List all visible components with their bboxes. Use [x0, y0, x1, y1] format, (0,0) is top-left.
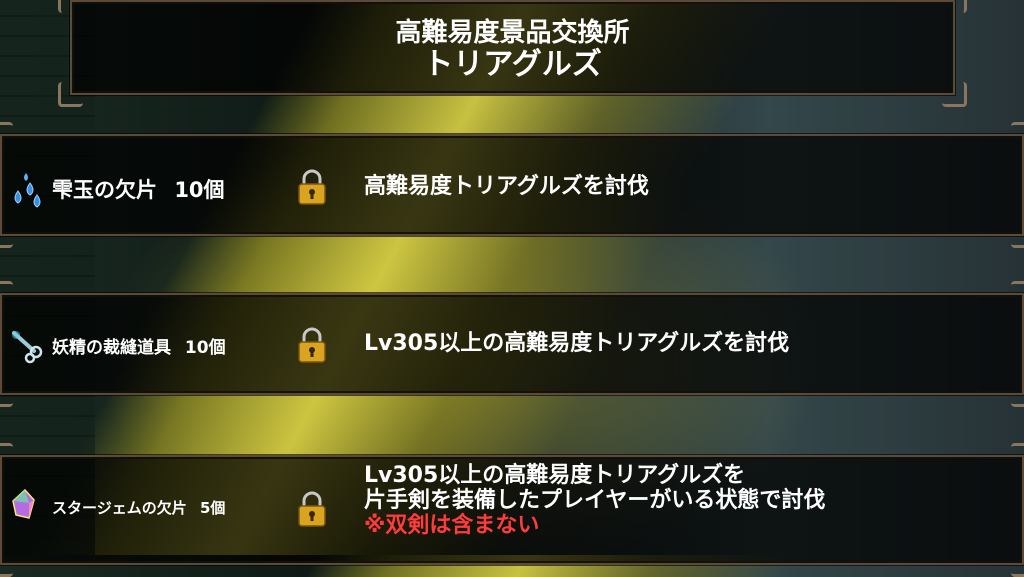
reward-row[interactable]: 妖精の裁縫道具 10個 Lv305以上の高難易度トリアグルズを討伐: [0, 281, 1024, 407]
frame-corner: [0, 382, 13, 407]
water-drops-icon: [14, 173, 41, 208]
reward-item-name: 雫玉の欠片 10個: [52, 174, 225, 204]
reward-row[interactable]: 雫玉の欠片 10個 高難易度トリアグルズを討伐: [0, 122, 1024, 248]
title-panel: 高難易度景品交換所 トリアグルズ: [58, 0, 967, 107]
item-quantity: 10個: [184, 338, 226, 358]
reward-item-name: 妖精の裁縫道具 10個: [52, 333, 226, 358]
frame-corner: [1011, 443, 1024, 468]
condition-line: Lv305以上の高難易度トリアグルズを: [364, 463, 746, 488]
reward-item-name: スタージェムの欠片 5個: [52, 497, 225, 518]
frame-corner: [1011, 281, 1024, 306]
frame-corner: [0, 223, 13, 248]
item-label: 雫玉の欠片: [52, 178, 157, 202]
reward-row[interactable]: スタージェムの欠片 5個 Lv305以上の高難易度トリアグルズを 片手剣を装備し…: [0, 443, 1024, 577]
unlock-condition: Lv305以上の高難易度トリアグルズを 片手剣を装備したプレイヤーがいる状態で討…: [364, 463, 825, 538]
condition-note: ※双剣は含まない: [364, 513, 540, 538]
star-gem-icon: [12, 488, 35, 519]
lock-icon: [298, 327, 326, 363]
unlock-condition: 高難易度トリアグルズを討伐: [364, 174, 649, 199]
condition-line: 片手剣を装備したプレイヤーがいる状態で討伐: [364, 488, 826, 513]
unlock-condition: Lv305以上の高難易度トリアグルズを討伐: [364, 331, 789, 356]
item-label: スタージェムの欠片: [52, 499, 187, 517]
condition-line: Lv305以上の高難易度トリアグルズを討伐: [364, 331, 790, 356]
lock-icon: [298, 169, 326, 205]
frame-corner: [942, 0, 967, 13]
frame-corner: [1011, 122, 1024, 147]
boss-name: トリアグルズ: [423, 47, 602, 82]
item-quantity: 5個: [199, 499, 226, 517]
condition-line: 高難易度トリアグルズを討伐: [364, 174, 649, 199]
frame-corner: [0, 552, 13, 577]
item-quantity: 10個: [174, 178, 225, 202]
lock-icon: [298, 491, 326, 527]
item-label: 妖精の裁縫道具: [52, 338, 171, 358]
shop-title: 高難易度景品交換所: [395, 18, 630, 48]
frame-corner: [58, 82, 83, 107]
sewing-tool-icon: [12, 331, 43, 364]
